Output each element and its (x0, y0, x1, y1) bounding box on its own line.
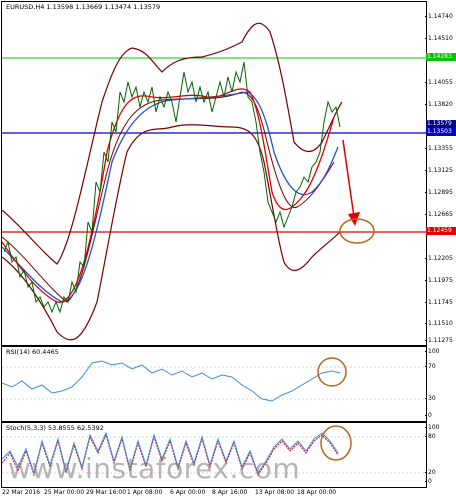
time-label: 25 Mar 00:00 (44, 489, 85, 496)
main-price-pane[interactable]: EURUSD,H4 1.13598 1.13669 1.13474 1.1357… (1, 1, 427, 346)
forecast-arrow-line (342, 139, 355, 218)
price-tag: 1.13579 (426, 120, 456, 128)
stoch-tick: 20 (425, 469, 436, 476)
bollinger-upper-band (2, 22, 343, 265)
red-level-tag: 1.12459 (426, 227, 456, 235)
stoch-axis: 100 80 20 0 (424, 422, 456, 486)
price-tick: 1.11745 (425, 299, 453, 306)
rsi-svg (2, 357, 426, 402)
time-label: 6 Apr 00:00 (170, 489, 206, 496)
price-tick: 1.11975 (425, 277, 453, 284)
rsi-tick: 100 (424, 348, 440, 355)
watermark-text: www.instaforex.com (8, 452, 301, 485)
stoch-tick: 100 (424, 424, 440, 431)
rsi-ellipse (317, 357, 347, 387)
time-label: 13 Apr 08:00 (255, 489, 295, 496)
stoch-tick: 80 (425, 433, 436, 440)
blue-level-tag: 1.13503 (426, 128, 456, 136)
rsi-axis: 100 70 30 0 (424, 346, 456, 420)
price-chart-svg (2, 22, 426, 341)
time-label: 18 Apr 00:00 (297, 489, 337, 496)
rsi-tick: 70 (425, 363, 436, 370)
rsi-pane[interactable]: RSI(14) 60.4465 (1, 346, 427, 422)
green-level-tag: 1.14283 (426, 53, 456, 61)
time-axis: 22 Mar 2016 25 Mar 00:00 29 Mar 16:00 1 … (0, 488, 424, 500)
price-tick: 1.14740 (425, 13, 453, 20)
price-tick: 1.13820 (425, 101, 453, 108)
time-label: 8 Apr 16:00 (212, 489, 248, 496)
time-label: 29 Mar 16:00 (86, 489, 127, 496)
time-label: 1 Apr 08:00 (127, 489, 163, 496)
price-tick: 1.11275 (425, 337, 453, 344)
chart-window: EURUSD,H4 1.13598 1.13669 1.13474 1.1357… (0, 0, 456, 500)
price-tick: 1.14510 (425, 35, 453, 42)
stoch-tick: 0 (425, 478, 432, 485)
price-tick: 1.14055 (425, 79, 453, 86)
price-tick: 1.13355 (425, 145, 453, 152)
bollinger-middle-band (2, 91, 335, 303)
ma-blue-line (2, 91, 339, 303)
time-label: 22 Mar 2016 (2, 489, 41, 496)
price-tick: 1.12665 (425, 211, 453, 218)
price-tick: 1.11510 (425, 320, 453, 327)
rsi-tick: 30 (425, 395, 436, 402)
price-tick: 1.12205 (425, 255, 453, 262)
price-tick: 1.13125 (425, 167, 453, 174)
price-tick: 1.12895 (425, 189, 453, 196)
stoch-ellipse (320, 425, 352, 461)
rsi-tick: 0 (425, 412, 432, 419)
target-ellipse (339, 218, 375, 244)
